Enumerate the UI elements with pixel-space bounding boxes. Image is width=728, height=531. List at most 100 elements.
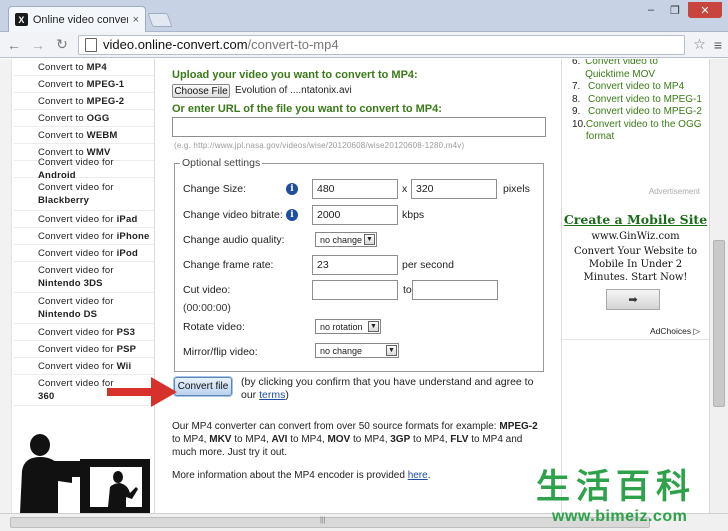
watermark-char: 生 bbox=[536, 467, 570, 507]
menu-item[interactable]: Convert video for iPad bbox=[14, 211, 154, 228]
format-list-item: 7. Convert video to MP4 bbox=[572, 81, 704, 94]
menu-item-format: PSP bbox=[116, 343, 137, 355]
terms-link[interactable]: terms bbox=[259, 389, 285, 401]
cut-to-input[interactable] bbox=[412, 280, 498, 300]
ad-title-link[interactable]: Create a Mobile Site bbox=[562, 212, 709, 227]
menu-item[interactable]: Convert to MPEG-2 bbox=[14, 93, 154, 110]
watermark-char: 活 bbox=[576, 467, 610, 507]
menu-item-prefix: Convert to bbox=[38, 112, 87, 124]
format-link[interactable]: Convert video to MPEG-1 bbox=[588, 94, 702, 107]
browser-tab[interactable]: X Online video converter to × bbox=[8, 6, 146, 32]
per-second-unit: per second bbox=[402, 259, 454, 271]
size-info-icon[interactable]: i bbox=[286, 183, 298, 195]
rotate-value: no rotation bbox=[320, 321, 363, 332]
bookmark-star-icon[interactable]: ☆ bbox=[693, 36, 706, 53]
frame-rate-input[interactable]: 23 bbox=[312, 255, 398, 275]
menu-item[interactable]: Convert to MPEG-1 bbox=[14, 76, 154, 93]
menu-item-format: OGG bbox=[86, 112, 110, 124]
right-sidebar: 6. Convert video to Quicktime MOV 7. Conver… bbox=[561, 59, 709, 513]
kbps-unit: kbps bbox=[402, 209, 425, 221]
list-number: 7. bbox=[572, 81, 581, 92]
adchoices-link[interactable]: AdChoices ▷ bbox=[650, 326, 700, 337]
dropdown-arrow-icon: ▼ bbox=[368, 321, 379, 332]
desc-format: 3GP bbox=[390, 434, 411, 445]
video-url-input[interactable] bbox=[172, 117, 546, 137]
width-input[interactable]: 480 bbox=[312, 179, 398, 199]
menu-item[interactable]: Convert video for iPod bbox=[14, 245, 154, 262]
menu-item-format: Wii bbox=[116, 360, 132, 372]
vertical-scroll-thumb[interactable] bbox=[713, 240, 725, 407]
arrow-right-icon: ➡ bbox=[628, 294, 638, 306]
audio-quality-select[interactable]: no change ▼ bbox=[315, 232, 377, 247]
left-menu: Convert to MP4 Convert to MPEG-1 Convert t… bbox=[0, 59, 155, 513]
ad-go-button[interactable]: ➡ bbox=[606, 289, 660, 310]
menu-item-prefix: Convert video for bbox=[38, 360, 117, 372]
red-arrow-annotation bbox=[107, 377, 177, 407]
menu-item[interactable]: Convert video for Nintendo 3DS bbox=[14, 262, 154, 293]
more-info-end: . bbox=[427, 470, 431, 481]
menu-item[interactable]: Convert video for PS3 bbox=[14, 324, 154, 341]
menu-item-prefix: Convert video for bbox=[38, 247, 117, 259]
audio-quality-label: Change audio quality: bbox=[183, 234, 285, 246]
page-icon bbox=[85, 37, 97, 52]
format-link[interactable]: Convert video to MPEG-2 bbox=[588, 106, 702, 119]
close-window-button[interactable]: ✕ bbox=[688, 2, 722, 18]
menu-item-prefix: Convert to bbox=[38, 95, 87, 107]
forward-arrow-icon[interactable]: → bbox=[30, 37, 46, 53]
more-info: More information about the MP4 encoder i… bbox=[172, 470, 430, 481]
menu-item-prefix: Convert video for bbox=[38, 343, 117, 355]
menu-item-format: iPhone bbox=[116, 230, 150, 242]
browser-toolbar: ← → ↻ video.online-convert.com/convert-t… bbox=[0, 32, 728, 58]
menu-item[interactable]: Convert video for Nintendo DS bbox=[14, 293, 154, 324]
format-list-item: 9. Convert video to MPEG-2 bbox=[572, 106, 704, 119]
menu-item-prefix: Convert to bbox=[38, 78, 87, 90]
format-link[interactable]: Convert video to MP4 bbox=[588, 81, 684, 94]
wrench-menu-icon[interactable]: ≡ bbox=[714, 37, 722, 53]
menu-item[interactable]: Convert to OGG bbox=[14, 110, 154, 127]
agree-end: ) bbox=[285, 389, 289, 401]
convert-file-button[interactable]: Convert file bbox=[174, 377, 232, 396]
ad-body: Convert Your Website to Mobile In Under … bbox=[573, 246, 698, 283]
format-link[interactable]: Convert video to Quicktime MOV bbox=[585, 59, 704, 81]
size-times: x bbox=[402, 183, 408, 195]
height-input[interactable]: 320 bbox=[411, 179, 497, 199]
rotate-select[interactable]: no rotation ▼ bbox=[315, 319, 381, 334]
menu-item[interactable]: Convert video for Blackberry bbox=[14, 178, 154, 211]
menu-item-prefix: Convert video for bbox=[38, 182, 114, 193]
mirror-select[interactable]: no change ▼ bbox=[315, 343, 399, 358]
reload-icon[interactable]: ↻ bbox=[54, 36, 70, 53]
menu-item[interactable]: Convert video for PSP bbox=[14, 341, 154, 358]
tab-close-icon[interactable]: × bbox=[133, 14, 139, 26]
menu-item[interactable]: Convert video for Wii bbox=[14, 358, 154, 375]
watermark-char: 科 bbox=[656, 467, 690, 507]
converter-description: Our MP4 converter can convert from over … bbox=[172, 420, 547, 459]
menu-item[interactable]: Convert to MP4 bbox=[14, 59, 154, 76]
address-bar[interactable]: video.online-convert.com/convert-to-mp4 bbox=[78, 34, 686, 55]
choose-file-button[interactable]: Choose File bbox=[172, 84, 230, 98]
menu-item-format: 360 bbox=[38, 391, 55, 402]
bitrate-info-icon[interactable]: i bbox=[286, 209, 298, 221]
converter-form: Upload your video you want to convert to… bbox=[155, 59, 560, 513]
cut-time-format: (00:00:00) bbox=[183, 302, 231, 314]
menu-item-format: MPEG-1 bbox=[86, 78, 125, 90]
dropdown-arrow-icon: ▼ bbox=[364, 234, 375, 245]
cut-from-input[interactable] bbox=[312, 280, 398, 300]
back-arrow-icon[interactable]: ← bbox=[6, 37, 22, 53]
minimize-button[interactable]: – bbox=[640, 2, 662, 18]
frame-rate-label: Change frame rate: bbox=[183, 259, 274, 271]
desc-format: AVI bbox=[271, 434, 288, 445]
new-tab-button[interactable] bbox=[147, 13, 173, 27]
desc-text: to MP4, bbox=[410, 434, 451, 445]
here-link[interactable]: here bbox=[408, 470, 428, 481]
vertical-scrollbar[interactable] bbox=[709, 59, 728, 513]
bitrate-input[interactable]: 2000 bbox=[312, 205, 398, 225]
maximize-button[interactable]: ❐ bbox=[664, 2, 686, 18]
watermark: 生活百科 www.bimeiz.com bbox=[532, 468, 728, 530]
menu-item-format: Blackberry bbox=[38, 195, 90, 206]
menu-item[interactable]: Convert to WEBM bbox=[14, 127, 154, 144]
menu-item[interactable]: Convert video for Android bbox=[14, 157, 154, 181]
tab-title: Online video converter to bbox=[32, 13, 128, 26]
desc-format: FLV bbox=[450, 434, 469, 445]
menu-item[interactable]: Convert video for iPhone bbox=[14, 228, 154, 245]
format-link[interactable]: Convert video to the OGG format bbox=[586, 119, 704, 144]
